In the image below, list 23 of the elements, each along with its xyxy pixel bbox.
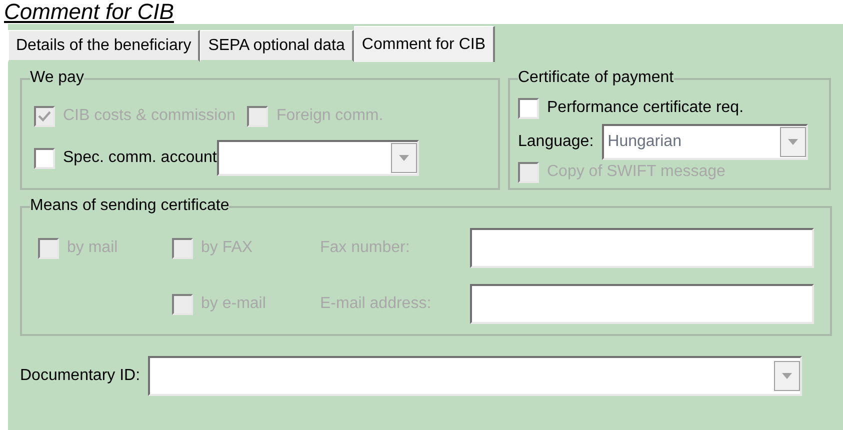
checkbox[interactable] (518, 98, 539, 118)
dropdown-arrow-button[interactable] (774, 361, 800, 391)
checkbox[interactable] (34, 148, 55, 168)
group-title: Means of sending certificate (30, 196, 230, 216)
documentary-id-dropdown[interactable] (148, 356, 802, 396)
page-heading: Comment for CIB (3, 0, 174, 24)
group-title: Certificate of payment (518, 68, 674, 88)
account-dropdown[interactable] (216, 140, 419, 176)
dropdown-arrow-button[interactable] (390, 143, 417, 173)
caret-icon (782, 373, 792, 379)
checkbox-label: Performance certificate req. (547, 98, 744, 118)
language-dropdown[interactable]: Hungarian (602, 124, 808, 160)
dropdown-arrow-button[interactable] (780, 127, 806, 157)
caret-icon (788, 139, 798, 145)
tab[interactable]: SEPA optional data (200, 30, 354, 62)
group-title: We pay (30, 68, 84, 88)
caret-icon (398, 155, 409, 161)
checkbox-label: Spec. comm. account (63, 148, 217, 168)
checkmark-icon (38, 110, 51, 122)
language-label: Language: (518, 132, 594, 152)
tab[interactable]: Details of the beneficiary (8, 30, 200, 62)
tab[interactable]: Comment for CIB (354, 26, 494, 62)
documentary-id-label: Documentary ID: (20, 366, 140, 386)
